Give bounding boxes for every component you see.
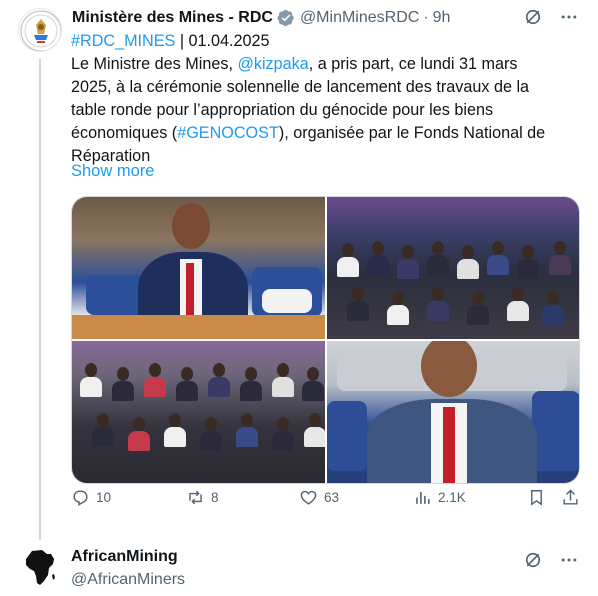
photo-minister-seated[interactable] bbox=[72, 197, 325, 339]
reply-icon bbox=[73, 489, 88, 506]
thread-connector-line bbox=[39, 58, 41, 540]
views-button[interactable]: 2.1K bbox=[413, 488, 466, 507]
seat-shape bbox=[532, 391, 579, 471]
tweet-text-segment: , a pris part, ce lundi 31 mars bbox=[308, 55, 518, 73]
tweet-text-segment: ), organisée par le Fonds National de bbox=[278, 124, 546, 142]
like-button[interactable]: 63 bbox=[299, 488, 339, 507]
next-author-handle[interactable]: @AfricanMiners bbox=[71, 570, 185, 590]
tweet-text-segment: économiques ( bbox=[71, 124, 178, 142]
seat-shape bbox=[327, 401, 367, 471]
author-handle[interactable]: @MinMinesRDC bbox=[300, 9, 419, 27]
mention-link[interactable]: @kizpaka bbox=[237, 55, 308, 73]
tweet-text-line: économiques (#GENOCOST), organisée par l… bbox=[71, 122, 583, 145]
like-icon bbox=[300, 490, 317, 505]
like-count: 63 bbox=[324, 489, 340, 505]
views-count: 2.1K bbox=[438, 489, 466, 505]
tweet-text-segment: Le Ministre des Mines, bbox=[71, 55, 238, 73]
grok-icon[interactable] bbox=[522, 6, 544, 28]
tweet-text-line: 2025, à la cérémonie solennelle de lance… bbox=[71, 76, 583, 99]
next-tweet-top-actions bbox=[522, 549, 580, 571]
hashtag-link[interactable]: #GENOCOST bbox=[177, 124, 279, 142]
tweet-text-segment: 2025, à la cérémonie solennelle de lance… bbox=[71, 78, 530, 96]
head-shape bbox=[172, 203, 210, 249]
tweet-top-actions bbox=[522, 6, 580, 28]
tie-shape bbox=[443, 407, 455, 483]
repost-button[interactable]: 8 bbox=[186, 488, 219, 507]
bookmark-icon bbox=[531, 489, 542, 506]
paper-shape bbox=[262, 289, 312, 313]
hashtag-link[interactable]: #RDC_MINES bbox=[71, 32, 175, 50]
tweet-text-line: table ronde pour l’appropriation du géno… bbox=[71, 99, 583, 122]
more-icon[interactable] bbox=[558, 6, 580, 28]
seat-shape bbox=[86, 275, 146, 315]
tweet-header: Ministère des Mines - RDC @MinMinesRDC ·… bbox=[72, 8, 450, 28]
separator-dot: · bbox=[423, 9, 429, 26]
photo-audience-side[interactable] bbox=[72, 341, 325, 483]
photo-audience-wide[interactable] bbox=[327, 197, 579, 339]
repost-count: 8 bbox=[211, 489, 219, 505]
share-button[interactable] bbox=[561, 488, 586, 507]
reply-button[interactable]: 10 bbox=[71, 488, 111, 507]
africa-map-icon bbox=[26, 550, 55, 585]
tweet-text-segment: | 01.04.2025 bbox=[175, 32, 270, 50]
more-icon[interactable] bbox=[558, 549, 580, 571]
media-grid bbox=[71, 196, 580, 484]
africanmining-avatar[interactable] bbox=[18, 545, 62, 589]
tie-shape bbox=[186, 263, 194, 315]
bookmark-button[interactable] bbox=[527, 488, 552, 507]
seal-icon bbox=[20, 10, 61, 51]
next-author-name[interactable]: AfricanMining bbox=[71, 547, 185, 567]
views-icon bbox=[416, 491, 430, 504]
show-more-link[interactable]: Show more bbox=[71, 162, 154, 181]
foreground-shape bbox=[72, 315, 325, 339]
next-tweet-header: AfricanMining @AfricanMiners bbox=[71, 547, 185, 590]
grok-icon[interactable] bbox=[522, 549, 544, 571]
tweet-text-line: Le Ministre des Mines, @kizpaka, a pris … bbox=[71, 53, 583, 76]
reply-count: 10 bbox=[96, 489, 112, 505]
tweet-text: #RDC_MINES | 01.04.2025 Le Ministre des M… bbox=[71, 30, 583, 168]
ministere-avatar[interactable] bbox=[18, 8, 62, 52]
tweet-text-segment: table ronde pour l’appropriation du géno… bbox=[71, 101, 494, 119]
tweet-time[interactable]: 9h bbox=[433, 9, 451, 27]
repost-icon bbox=[189, 490, 202, 504]
verified-badge-icon[interactable] bbox=[277, 9, 295, 27]
author-name[interactable]: Ministère des Mines - RDC bbox=[72, 9, 273, 27]
photo-minister-closeup[interactable] bbox=[327, 341, 579, 483]
share-icon bbox=[563, 488, 578, 505]
tweet-text-line: #RDC_MINES | 01.04.2025 bbox=[71, 30, 583, 53]
